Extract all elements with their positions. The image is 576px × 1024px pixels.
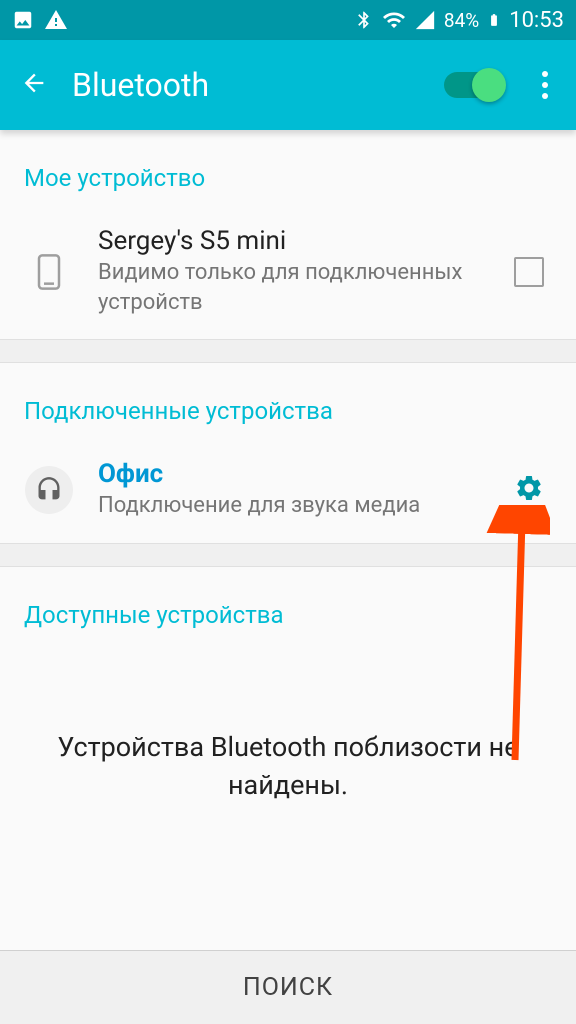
my-device-info: Sergey's S5 mini Видимо только для подкл… — [98, 226, 514, 317]
bluetooth-toggle[interactable] — [444, 72, 504, 98]
search-button[interactable]: ПОИСК — [0, 950, 576, 1024]
status-left-icons — [12, 8, 68, 32]
section-available: Доступные устройства — [0, 567, 576, 639]
no-devices-message: Устройства Bluetooth поблизости не найде… — [0, 639, 576, 845]
divider — [0, 543, 576, 567]
device-settings-button[interactable] — [514, 473, 544, 507]
connected-device-name: Офис — [98, 459, 514, 489]
divider — [0, 339, 576, 363]
arrow-back-icon — [20, 69, 48, 97]
my-device-row[interactable]: Sergey's S5 mini Видимо только для подкл… — [0, 210, 576, 339]
section-connected: Подключенные устройства — [0, 363, 576, 443]
connected-device-info: Офис Подключение для звука медиа — [98, 459, 514, 521]
connected-device-subtitle: Подключение для звука медиа — [98, 491, 514, 521]
toggle-knob — [472, 68, 506, 102]
app-bar: Bluetooth — [0, 40, 576, 130]
wifi-icon — [382, 8, 406, 32]
battery-percent: 84% — [444, 9, 479, 32]
back-button[interactable] — [20, 69, 48, 101]
image-icon — [12, 9, 34, 31]
signal-icon — [414, 9, 436, 31]
overflow-menu-button[interactable] — [534, 63, 556, 107]
my-device-subtitle: Видимо только для подключенных устройств — [98, 258, 514, 317]
status-right-icons: 84% 10:53 — [354, 8, 564, 33]
gear-icon — [514, 473, 544, 503]
bluetooth-icon — [354, 10, 374, 30]
clock: 10:53 — [509, 8, 564, 33]
my-device-name: Sergey's S5 mini — [98, 226, 514, 256]
phone-icon — [24, 247, 74, 297]
search-button-label: ПОИСК — [243, 973, 333, 1002]
page-title: Bluetooth — [72, 66, 444, 104]
visibility-checkbox[interactable] — [514, 257, 544, 287]
status-bar: 84% 10:53 — [0, 0, 576, 40]
headset-icon — [24, 465, 74, 515]
section-my-device: Мое устройство — [0, 130, 576, 210]
connected-device-row[interactable]: Офис Подключение для звука медиа — [0, 443, 576, 543]
battery-icon — [487, 8, 501, 32]
warning-icon — [44, 8, 68, 32]
